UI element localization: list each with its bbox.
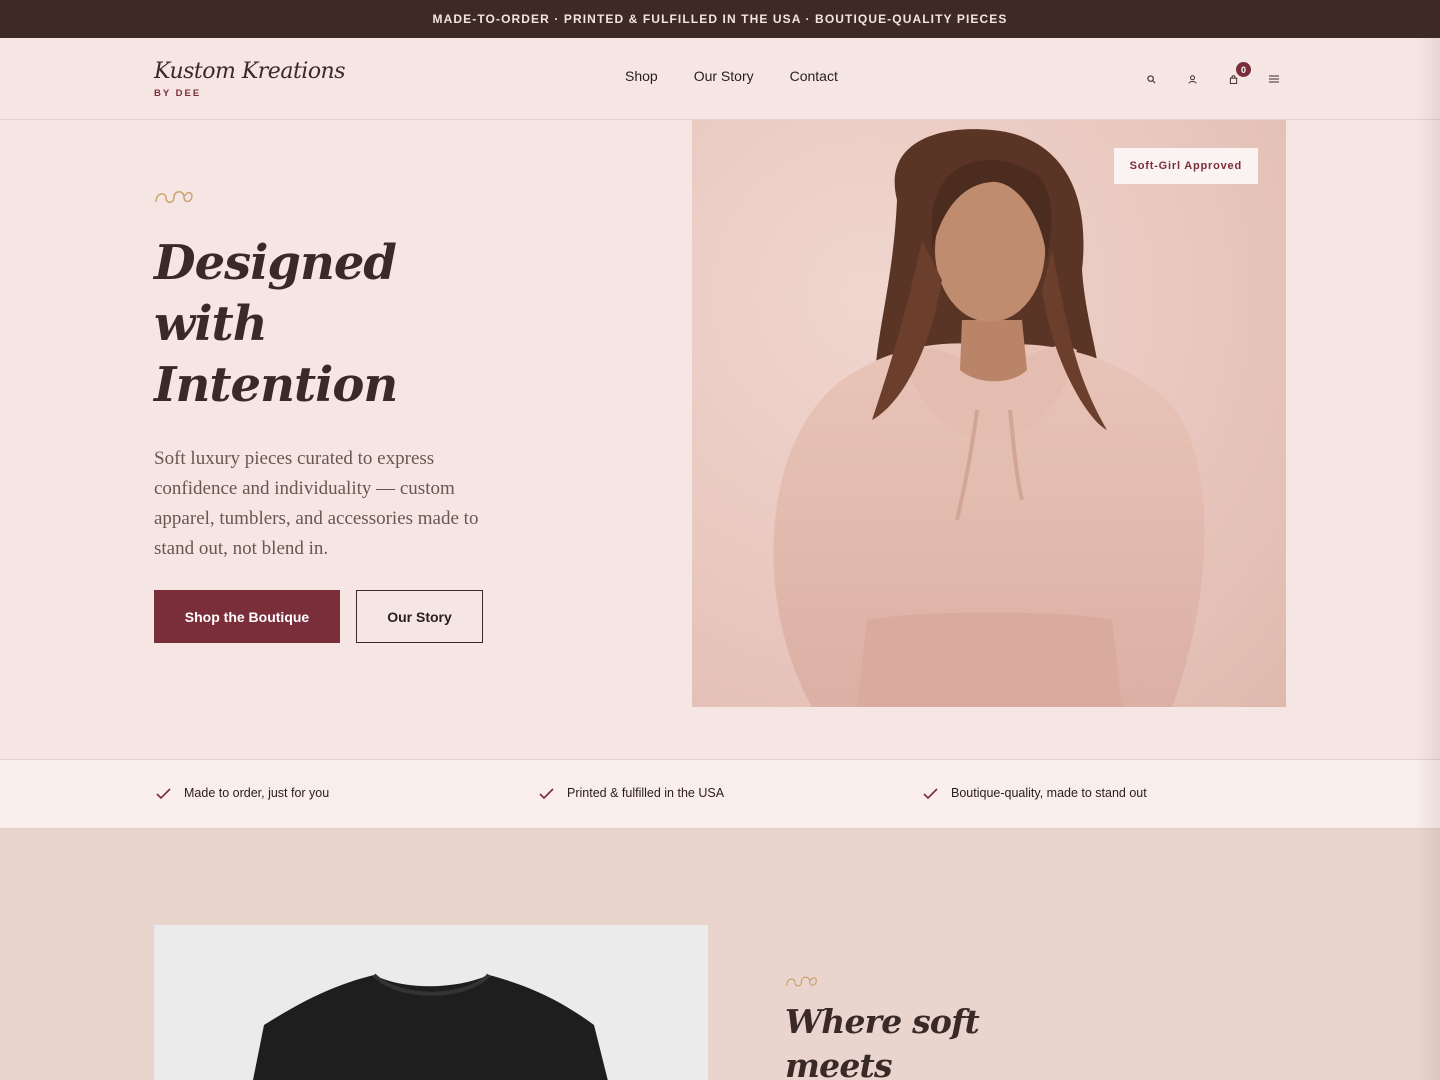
cart-count-badge: 0 (1236, 62, 1251, 77)
check-icon (539, 787, 554, 799)
logo-main: Kustom Kreations (154, 59, 346, 84)
feature-item: Made to order, just for you (156, 786, 329, 800)
search-icon[interactable] (1143, 71, 1159, 87)
feature-item: Printed & fulfilled in the USA (539, 786, 724, 800)
story-section: Where soft meets statement (0, 829, 1440, 1080)
our-story-button[interactable]: Our Story (356, 590, 483, 643)
hero-title: Designed with Intention (154, 235, 398, 413)
hero-description: Soft luxury pieces curated to express co… (154, 448, 479, 559)
nav-shop[interactable]: Shop (625, 68, 658, 84)
cart-icon[interactable]: 0 (1225, 62, 1251, 87)
feature-text: Boutique-quality, made to stand out (951, 786, 1147, 800)
site-header: Kustom Kreations BY DEE Shop Our Story C… (0, 38, 1440, 120)
feature-item: Boutique-quality, made to stand out (923, 786, 1147, 800)
image-tag: Soft-Girl Approved (1113, 148, 1258, 184)
logo[interactable]: Kustom Kreations BY DEE (154, 59, 346, 99)
shop-boutique-button[interactable]: Shop the Boutique (154, 590, 340, 643)
features-bar: Made to order, just for you Printed & fu… (0, 759, 1440, 829)
main-nav: Shop Our Story Contact (625, 68, 838, 84)
feature-text: Printed & fulfilled in the USA (567, 786, 725, 800)
flourish-icon (786, 976, 817, 987)
flourish-icon (155, 191, 193, 204)
check-icon (156, 787, 171, 799)
account-icon[interactable] (1184, 71, 1200, 87)
nav-contact[interactable]: Contact (790, 68, 838, 84)
feature-text: Made to order, just for you (184, 786, 330, 800)
black-tshirt-illustration (154, 925, 708, 1080)
hero-image: Soft-Girl Approved (692, 120, 1286, 707)
check-icon (923, 787, 938, 799)
header-icons: 0 (1143, 62, 1282, 87)
announcement-text: MADE-TO-ORDER · PRINTED & FULFILLED IN T… (432, 12, 1008, 26)
nav-our-story[interactable]: Our Story (694, 68, 754, 84)
announcement-bar: MADE-TO-ORDER · PRINTED & FULFILLED IN T… (0, 0, 1440, 38)
menu-icon[interactable] (1266, 71, 1282, 87)
hero-buttons: Shop the Boutique Our Story (154, 590, 483, 643)
tshirt-image (154, 925, 708, 1080)
story-text: Where soft meets statement (785, 974, 1045, 1080)
logo-sub: BY DEE (154, 88, 202, 99)
hero-text: Designed with Intention Soft luxury piec… (154, 188, 594, 564)
section-title: Where soft meets statement (785, 1002, 980, 1080)
model-hoodie-illustration (773, 129, 1205, 707)
